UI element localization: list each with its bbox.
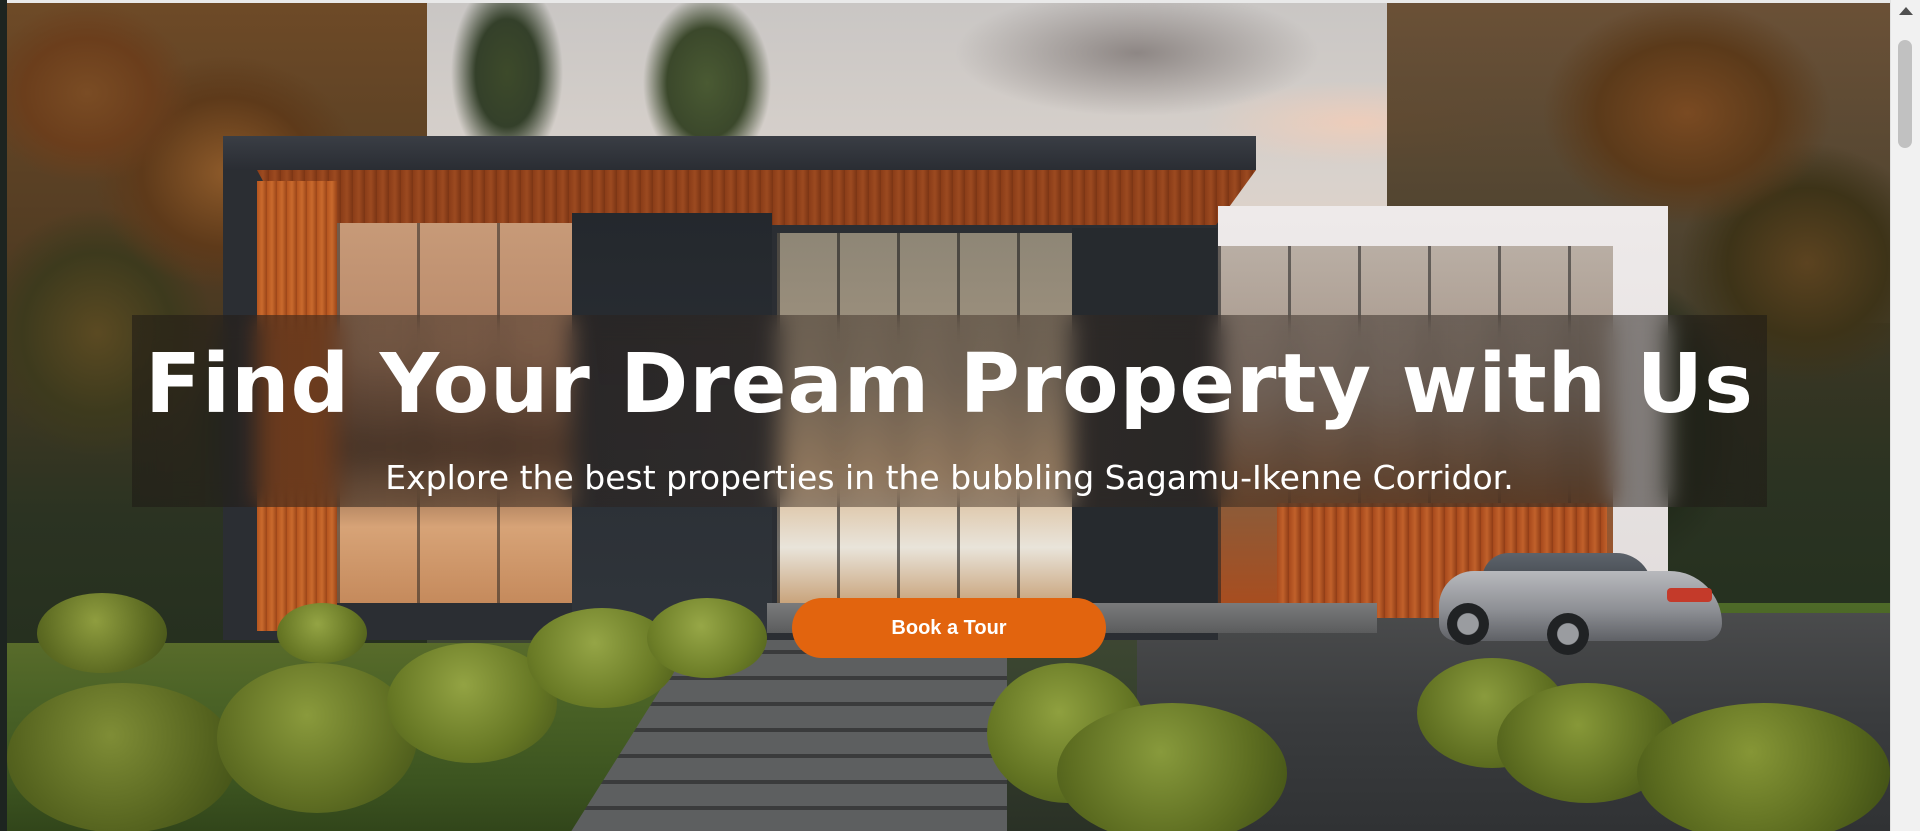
shrub (1637, 703, 1890, 831)
scroll-up-button[interactable] (1891, 0, 1920, 22)
scrollbar-thumb[interactable] (1898, 40, 1912, 148)
car-wheel (1447, 603, 1489, 645)
browser-viewport: Find Your Dream Property with Us Explore… (0, 0, 1920, 831)
vertical-scrollbar[interactable] (1890, 0, 1920, 831)
shrub (277, 603, 367, 663)
shrub (7, 683, 237, 831)
page-left-edge (0, 0, 7, 831)
shrub (1057, 703, 1287, 831)
chevron-up-icon (1898, 7, 1913, 15)
hero-title: Find Your Dream Property with Us (145, 337, 1754, 432)
car-tail-light (1667, 588, 1712, 602)
car-wheel (1547, 613, 1589, 655)
hero-subtitle: Explore the best properties in the bubbl… (385, 458, 1514, 497)
house-roof (223, 136, 1256, 170)
shrub (37, 593, 167, 673)
shrub (217, 663, 417, 813)
book-a-tour-button[interactable]: Book a Tour (792, 598, 1106, 658)
shrub (647, 598, 767, 678)
